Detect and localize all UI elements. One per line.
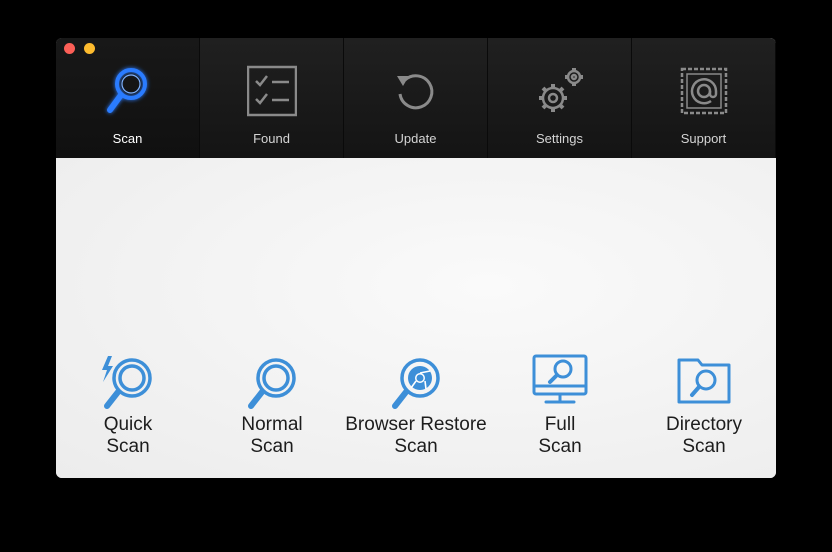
tab-settings[interactable]: Settings [488, 38, 632, 158]
app-window: Scan Found Update Settings Support Quick… [56, 38, 776, 478]
tab-update[interactable]: Update [344, 38, 488, 158]
scan-label-line1: Normal [241, 414, 303, 435]
tab-found[interactable]: Found [200, 38, 344, 158]
quick-scan-button[interactable]: Quick Scan [56, 354, 200, 464]
refresh-icon [397, 74, 434, 110]
directory-scan-icon [677, 358, 731, 404]
tab-label: Settings [536, 131, 583, 146]
scan-label-line1: Browser Restore [345, 414, 487, 435]
normal-scan-button[interactable]: Normal Scan [200, 354, 344, 464]
tab-label: Scan [112, 131, 143, 146]
main-toolbar: Scan Found Update Settings Support [56, 38, 776, 158]
minimize-button[interactable] [84, 43, 95, 54]
scan-label-line1: Directory [665, 414, 742, 435]
normal-scan-icon [248, 358, 296, 409]
tab-scan[interactable]: Scan [56, 38, 200, 158]
tab-support[interactable]: Support [632, 38, 776, 158]
browser-restore-scan-button[interactable]: Browser Restore Scan [344, 354, 488, 464]
scan-label-line2: Scan [394, 436, 438, 457]
scan-label-line2: Scan [538, 436, 582, 457]
scan-label-line1: Quick [103, 414, 153, 435]
quick-scan-icon [102, 356, 152, 409]
at-stamp-icon [680, 67, 728, 115]
full-scan-icon [532, 354, 588, 404]
tab-label: Support [680, 131, 727, 146]
tab-label: Found [253, 131, 290, 146]
scan-label-line2: Scan [106, 436, 150, 457]
scan-label-line2: Scan [682, 436, 726, 457]
directory-scan-button[interactable]: Directory Scan [632, 354, 776, 464]
tab-label: Update [394, 131, 437, 146]
browser-scan-icon [392, 358, 440, 409]
scan-label-line1: Full [544, 414, 576, 435]
scan-content-area: Quick Scan Normal Scan Browser Restore S… [56, 158, 776, 478]
scan-label-line2: Scan [250, 436, 294, 457]
checklist-icon [247, 65, 297, 117]
magnifier-glow-icon [107, 68, 147, 113]
full-scan-button[interactable]: Full Scan [488, 354, 632, 464]
gears-icon [539, 68, 583, 112]
close-button[interactable] [64, 43, 75, 54]
